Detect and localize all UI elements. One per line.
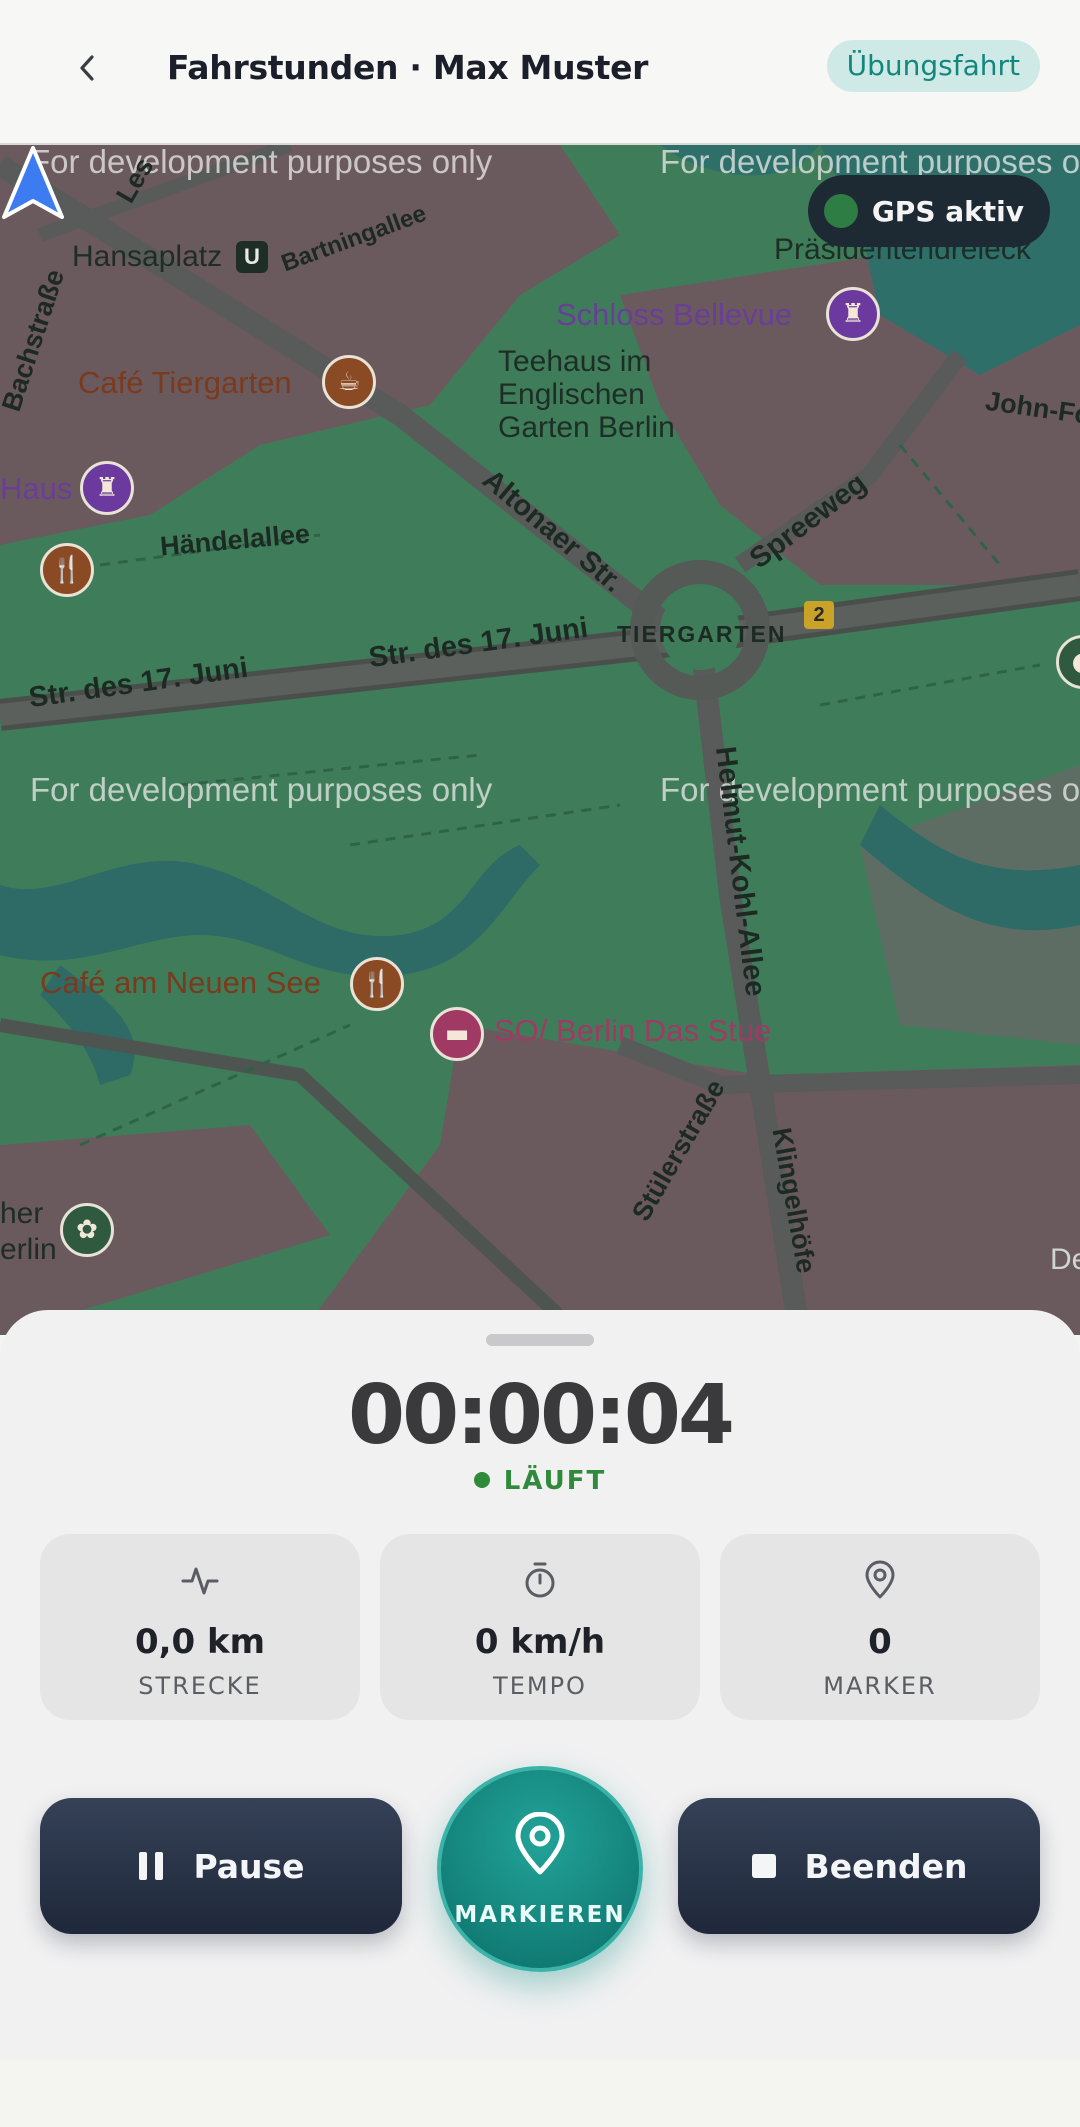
stat-card-markers: 0 MARKER	[720, 1534, 1040, 1720]
stat-card-speed: 0 km/h TEMPO	[380, 1534, 700, 1720]
district-label-tiergarten: TIERGARTEN	[617, 621, 787, 647]
castle-icon[interactable]: ♜	[80, 461, 134, 515]
castle-icon[interactable]: ♜	[826, 287, 880, 341]
stat-value: 0 km/h	[474, 1622, 606, 1662]
map-pin-icon	[865, 1560, 895, 1599]
end-button-label: Beenden	[804, 1846, 968, 1886]
ubahn-icon: U	[236, 241, 268, 273]
session-bottom-sheet: 00:00:04 LÄUFT 0,0 km STRECKE 0 km/h TEM…	[0, 1310, 1080, 2060]
chevron-left-icon	[80, 55, 94, 81]
session-status-label: LÄUFT	[503, 1466, 607, 1496]
place-label-schloss-bellevue: Schloss Bellevue	[556, 297, 793, 332]
stat-label: TEMPO	[493, 1672, 587, 1700]
navigation-arrow-icon	[2, 146, 64, 219]
gps-status-chip: GPS aktiv	[807, 175, 1050, 247]
page-title: Fahrstunden · Max Muster	[167, 48, 649, 87]
stopwatch-icon	[525, 1562, 555, 1598]
stat-label: MARKER	[823, 1672, 937, 1700]
map-watermark: For development purposes only	[30, 771, 493, 808]
stat-value: 0,0 km	[134, 1622, 266, 1662]
end-button[interactable]: Beenden	[678, 1798, 1040, 1934]
paw-icon[interactable]: ✿	[60, 1203, 114, 1257]
app-header: Fahrstunden · Max Muster Übungsfahrt	[0, 0, 1080, 145]
sheet-drag-handle[interactable]	[486, 1334, 594, 1346]
stop-icon	[751, 1854, 776, 1878]
stat-value: 0	[868, 1622, 892, 1662]
map-view[interactable]: For development purposes only For develo…	[0, 145, 1080, 1335]
place-label-her: her	[0, 1197, 44, 1230]
hotel-icon[interactable]: ▬	[430, 1007, 484, 1061]
stat-card-distance: 0,0 km STRECKE	[40, 1534, 360, 1720]
pause-button-label: Pause	[193, 1846, 305, 1886]
place-label-teehaus: Teehaus im Englischen Garten Berlin	[498, 345, 675, 444]
activity-icon	[181, 1567, 219, 1595]
gps-status-label: GPS aktiv	[871, 194, 1024, 228]
restaurant-icon[interactable]: 🍴	[350, 957, 404, 1011]
map-watermark: For development purposes only	[30, 145, 493, 180]
mark-button-label: MARKIEREN	[454, 1902, 626, 1928]
pause-icon	[139, 1852, 164, 1880]
place-label-so-berlin: SO/ Berlin Das Stue	[494, 1013, 772, 1048]
stat-label: STRECKE	[138, 1672, 262, 1700]
session-timer: 00:00:04	[348, 1368, 735, 1463]
restaurant-icon[interactable]: 🍴	[40, 543, 94, 597]
session-status: LÄUFT	[0, 1466, 1080, 1496]
place-label-haus: Haus	[0, 471, 73, 506]
mode-badge: Übungsfahrt	[826, 40, 1040, 92]
map-pin-icon	[515, 1811, 565, 1875]
coffee-icon[interactable]: ☕	[322, 355, 376, 409]
place-label-hansaplatz: Hansaplatz	[72, 240, 223, 273]
mark-button[interactable]: MARKIEREN	[437, 1766, 643, 1972]
running-dot-icon	[473, 1472, 490, 1488]
place-label-cafe-tiergarten: Café Tiergarten	[78, 365, 292, 400]
place-label-cafe-neuen-see: Café am Neuen See	[40, 965, 321, 1000]
gps-indicator-icon	[823, 194, 858, 228]
route-shield-2: 2	[804, 601, 834, 629]
place-label-de: De	[1050, 1243, 1080, 1276]
pause-button[interactable]: Pause	[40, 1798, 402, 1934]
map-canvas	[0, 145, 1080, 1335]
back-button[interactable]	[60, 40, 116, 96]
place-label-erlin: erlin	[0, 1233, 57, 1266]
